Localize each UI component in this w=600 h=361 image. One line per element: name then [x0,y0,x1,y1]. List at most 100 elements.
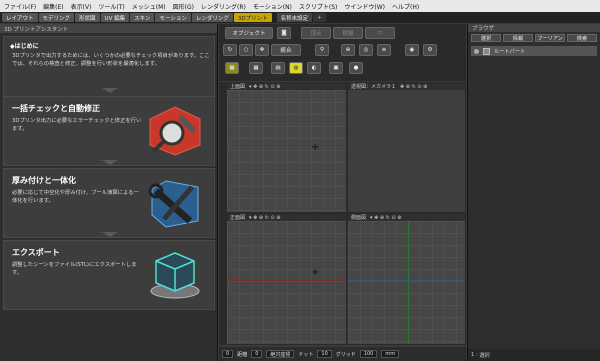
browser-status: 1 : 選択 [468,349,600,361]
distance-field[interactable]: 0 [251,350,263,358]
grid-field[interactable]: 100 [359,350,378,358]
check-tools-icon [149,106,201,156]
panel-header: 3D プリントアシスタント [0,24,217,33]
snap-icon[interactable]: ⊕ [341,44,355,56]
tab-uv[interactable]: UV 編集 [100,13,130,22]
printer-cube-icon [150,252,200,299]
tab-document[interactable]: 名称未設定 [276,13,313,22]
visibility-icon[interactable] [474,48,479,54]
menu-shape[interactable]: 図形(G) [173,2,194,11]
select-icon[interactable]: ⚲ [315,44,329,56]
viewport-label: 正面図 [230,215,246,221]
tab-rendering[interactable]: レンダリング [191,13,233,22]
camera-icon[interactable]: ◙ [277,27,291,39]
mode-tab-bar: レイアウト モデリング 形状図 UV 編集 スキン モーション レンダリング 3… [0,12,600,23]
viewport-label: 上面図 [230,84,246,90]
tab-add-button[interactable]: + [313,13,326,22]
tab-skin[interactable]: スキン [130,13,155,22]
menu-window[interactable]: ウインドウ(W) [344,2,385,11]
menu-mesh[interactable]: メッシュ(M) [132,2,166,11]
target-icon[interactable]: ◎ [359,44,373,56]
browser-title: ブラウザ [472,26,495,32]
tab-layout[interactable]: レイアウト [2,13,38,22]
check-fix-text: 3Dプリンタ出力に必要なエラーチェックと修正を行います。 [12,118,142,132]
shading-icon[interactable]: ◐ [307,62,321,74]
settings-icon[interactable]: ⚙ [423,44,437,56]
viewport-controls-icon[interactable]: ▾ ✥ ⊕ ↻ ⊙ ⊕ [249,215,280,221]
tab-boolean[interactable]: ブーリアン [535,34,565,42]
object-mode-button[interactable]: オブジェクト [225,27,273,39]
check-fix-card[interactable]: 一括チェックと自動修正 3Dプリンタ出力に必要なエラーチェックと修正を行います。 [3,96,215,166]
rotate-icon[interactable]: ↻ [223,44,237,56]
object-mode-label: オブジェクト [232,31,266,37]
viewport-perspective[interactable]: 透視図：メカメラ１ ✥ ⊕ ↻ ⊙ ⊕ [347,82,466,213]
ball-icon[interactable]: ● [349,62,363,74]
tab-motion[interactable]: モーション [155,13,191,22]
browser-header: ブラウザ [468,24,600,32]
export-card[interactable]: エクスポート 調整したシーンをファイル(STL)にエクスポートします。 [3,240,215,310]
list-icon[interactable]: ≡ [377,44,391,56]
tab-search[interactable]: 検索 [567,34,597,42]
thicken-card[interactable]: 厚み付けと一体化 必要に応じて中空化や厚み付け、ブール演算による一体化を行います… [3,168,215,238]
intro-text: 3Dプリンタで出力するためには、いくつかの必要なチェック項目があります。ここでは… [12,53,210,67]
origin-cross-icon: + [311,142,320,153]
browser-tabs: 選択 情報 ブーリアン 検索 [468,32,600,44]
menu-motion[interactable]: モーション(N) [253,2,292,11]
menu-bar: ファイル(F) 編集(E) 表示(V) ツール(T) メッシュ(M) 図形(G)… [0,0,600,12]
root-part-label: ルートパート [494,48,526,55]
viewport-controls-icon[interactable]: ✥ ⊕ ↻ ⊙ ⊕ [400,84,427,90]
export-text: 調整したシーンをファイル(STL)にエクスポートします。 [12,262,137,276]
viewport-controls-icon[interactable]: ▾ ✥ ⊕ ↻ ⊙ ⊕ [370,215,401,221]
tab-3dprint[interactable]: 3Dプリント [233,13,272,22]
status-bar: 0 距離 0 絶対座標 ドット 10 グリッド 100 mm [219,347,466,361]
x-axis-line [227,280,346,281]
intro-label: ◆はじめに [10,43,39,50]
count-field[interactable]: 0 [222,350,234,358]
browser-panel: ブラウザ 選択 情報 ブーリアン 検索 ルートパート 1 : 選択 [467,24,600,361]
move-icon[interactable]: ✥ [255,44,269,56]
dot-field[interactable]: 10 [317,350,332,358]
viewport-area: 上面図 ▾ ✥ ⊕ ↻ ⊙ ⊕ + 透視図：メカメラ１ ✥ ⊕ ↻ ⊙ ⊕ 正面図 ▾… [226,82,466,345]
viewport-label: 透視図：メカメラ１ [351,84,397,90]
root-part-row[interactable]: ルートパート [471,46,597,56]
face-mode-button[interactable]: ▭ [365,27,395,39]
thicken-text: 必要に応じて中空化や厚み付け、ブール演算による一体化を行います。 [12,190,139,204]
grid [348,221,465,344]
menu-tools[interactable]: ツール(T) [98,2,124,11]
menu-script[interactable]: スクリプト(S) [299,2,338,11]
menu-view[interactable]: 表示(V) [71,2,92,11]
distance-label: 距離 [237,351,248,358]
flow-arrow [102,88,118,93]
edge-mode-button[interactable]: 稜線 [333,27,363,39]
grid-view-icon[interactable]: ▦ [249,62,263,74]
quad-view-icon[interactable]: ▦ [225,62,239,74]
part-icon [483,47,490,55]
display-mode-icon[interactable]: ◍ [289,62,303,74]
menu-help[interactable]: ヘルプ(H) [392,2,419,11]
viewport-front[interactable]: 正面図 ▾ ✥ ⊕ ↻ ⊙ ⊕ + [226,213,347,345]
integrate-label: 統合 [280,48,292,54]
menu-file[interactable]: ファイル(F) [4,2,36,11]
tab-modeling[interactable]: モデリング [38,13,75,22]
unit-select[interactable]: mm [381,350,400,358]
table-view-icon[interactable]: ▤ [271,62,285,74]
app-window: ファイル(F) 編集(E) 表示(V) ツール(T) メッシュ(M) 図形(G)… [0,0,600,361]
sphere-icon[interactable]: ○ [239,44,253,56]
tab-select[interactable]: 選択 [471,34,501,42]
tab-info[interactable]: 情報 [503,34,533,42]
viewport-side[interactable]: 側面図 ▾ ✥ ⊕ ↻ ⊙ ⊕ [347,213,466,345]
viewport-controls-icon[interactable]: ▾ ✥ ⊕ ↻ ⊙ ⊕ [249,84,280,90]
menu-rendering[interactable]: レンダリング(R) [201,2,246,11]
origin-cross-icon: + [311,267,320,278]
tab-shape[interactable]: 形状図 [75,13,100,22]
vertex-mode-button[interactable]: 頂点 [301,27,331,39]
render-icon[interactable]: ◉ [405,44,419,56]
menu-edit[interactable]: 編集(E) [43,2,63,11]
panel-title: 3D プリントアシスタント [4,26,69,33]
texture-icon[interactable]: ▣ [329,62,343,74]
coordinate-select[interactable]: 絶対座標 [266,350,295,358]
flow-arrow [102,232,118,237]
integrate-button[interactable]: 統合 [271,44,301,56]
grid [227,90,346,212]
viewport-top[interactable]: 上面図 ▾ ✥ ⊕ ↻ ⊙ ⊕ + [226,82,347,213]
